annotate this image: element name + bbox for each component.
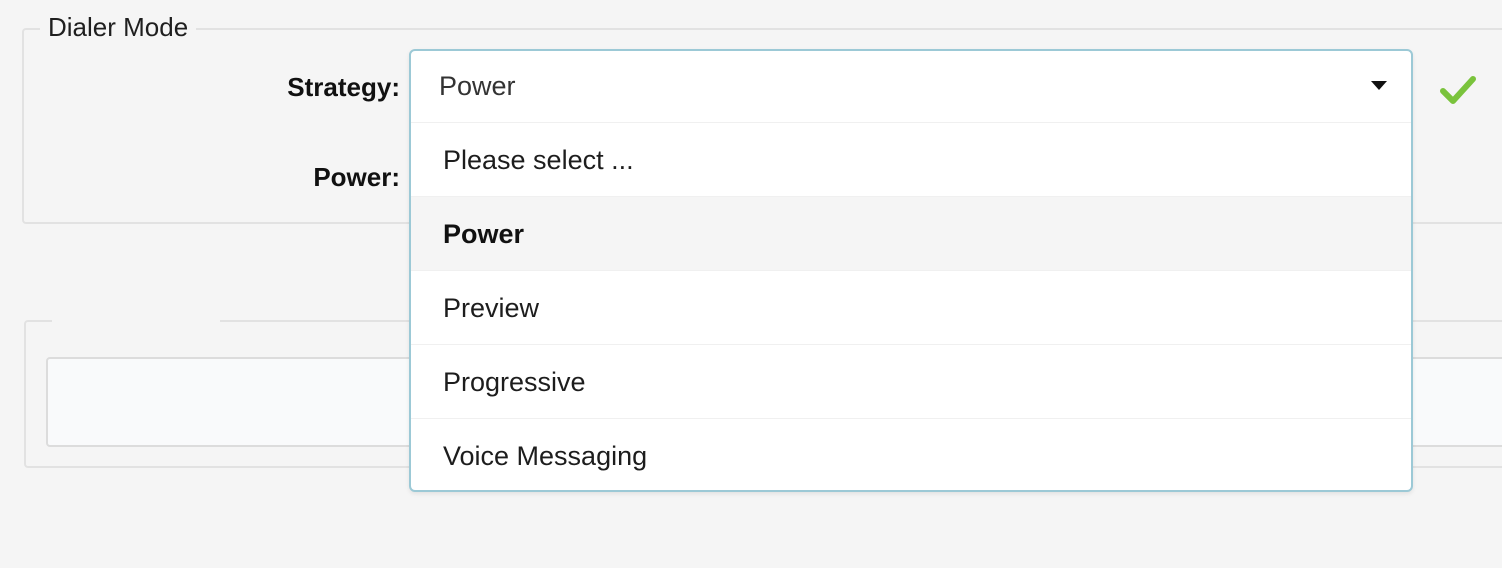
- option-please-select[interactable]: Please select ...: [411, 123, 1411, 197]
- option-power[interactable]: Power: [411, 197, 1411, 271]
- strategy-selected-value: Power: [439, 71, 516, 101]
- strategy-options-list: Please select ... Power Preview Progress…: [411, 123, 1411, 490]
- secondary-legend-gap: [52, 316, 220, 324]
- dialer-mode-legend: Dialer Mode: [40, 12, 197, 43]
- power-label: Power:: [313, 162, 400, 192]
- strategy-select[interactable]: Power Please select ... Power Preview Pr…: [409, 49, 1413, 492]
- option-progressive[interactable]: Progressive: [411, 345, 1411, 419]
- caret-down-icon[interactable]: [1371, 81, 1387, 90]
- option-voice-messaging[interactable]: Voice Messaging: [411, 419, 1411, 490]
- strategy-label: Strategy:: [287, 72, 400, 102]
- checkmark-icon: [1440, 76, 1476, 104]
- strategy-select-control[interactable]: Power: [411, 51, 1411, 123]
- option-preview[interactable]: Preview: [411, 271, 1411, 345]
